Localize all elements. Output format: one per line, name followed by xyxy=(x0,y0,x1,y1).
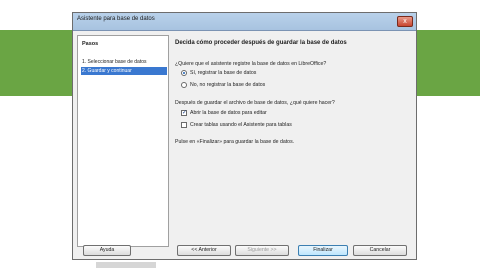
open-for-editing-label[interactable]: Abrir la base de datos para editar xyxy=(190,110,267,116)
finish-button[interactable]: Finalizar xyxy=(298,245,348,256)
close-icon: x xyxy=(403,18,407,25)
finish-instructions: Pulse en «Finalizar» para guardar la bas… xyxy=(175,139,295,145)
step-save-and-continue[interactable]: 2. Guardar y continuar xyxy=(81,67,167,75)
register-yes-radio[interactable] xyxy=(181,70,187,76)
steps-heading: Pasos xyxy=(82,41,99,47)
close-button[interactable]: x xyxy=(397,16,413,27)
screen: Asistente para base de datos x Pasos 1. … xyxy=(0,0,480,270)
help-button[interactable]: Ayuda xyxy=(83,245,131,256)
wizard-content: Decida cómo proceder después de guardar … xyxy=(173,35,413,247)
dialog-titlebar[interactable]: Asistente para base de datos x xyxy=(73,13,416,31)
create-tables-checkbox[interactable] xyxy=(181,122,187,128)
register-question: ¿Quiere que el asistente registre la bas… xyxy=(175,61,327,67)
after-save-question: Después de guardar el archivo de base de… xyxy=(175,100,335,106)
register-no-radio[interactable] xyxy=(181,82,187,88)
database-wizard-dialog: Asistente para base de datos x Pasos 1. … xyxy=(72,12,417,260)
register-yes-label[interactable]: Sí, registrar la base de datos xyxy=(190,70,256,76)
cancel-button[interactable]: Cancelar xyxy=(353,245,407,256)
page-heading: Decida cómo proceder después de guardar … xyxy=(175,40,347,46)
open-for-editing-checkbox[interactable]: ✓ xyxy=(181,110,187,116)
dialog-title: Asistente para base de datos xyxy=(77,16,155,22)
back-button[interactable]: << Anterior xyxy=(177,245,231,256)
register-no-label[interactable]: No, no registrar la base de datos xyxy=(190,82,265,88)
create-tables-label[interactable]: Crear tablas usando el Asistente para ta… xyxy=(190,122,292,128)
steps-panel: Pasos 1. Seleccionar base de datos 2. Gu… xyxy=(77,35,169,247)
next-button[interactable]: Siguiente >> xyxy=(235,245,289,256)
step-select-database[interactable]: 1. Seleccionar base de datos xyxy=(81,58,167,66)
background-footer-element xyxy=(96,262,156,268)
